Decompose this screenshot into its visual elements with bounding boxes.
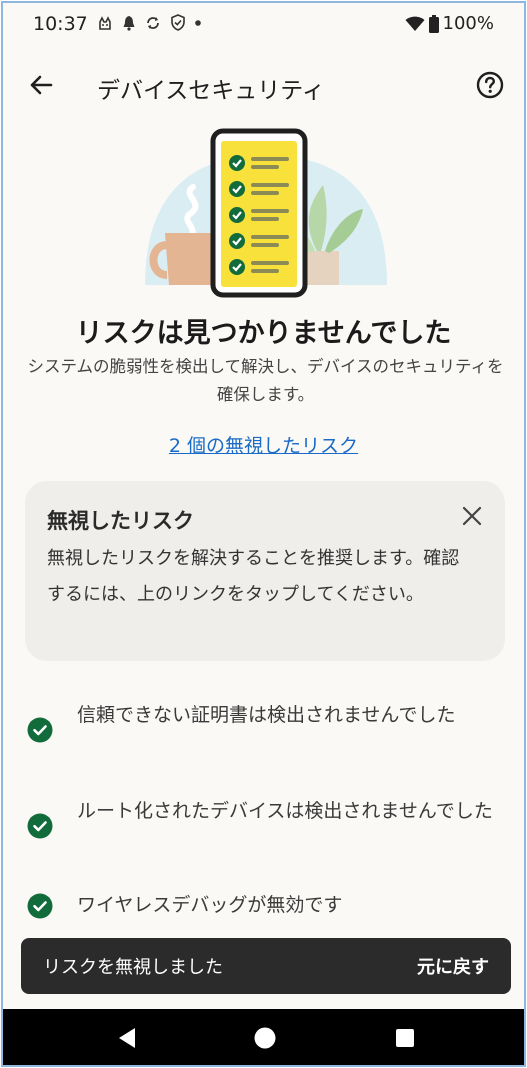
ignored-risks-link[interactable]: 2 個の無視したリスク — [3, 431, 524, 458]
result-description: システムの脆弱性を検出して解決し、デバイスのセキュリティを確保します。 — [27, 357, 504, 404]
battery-percent: 100% — [442, 13, 494, 34]
status-bar: 10:37 100% — [3, 3, 524, 47]
snackbar: リスクを無視しました 元に戻す — [21, 938, 511, 994]
card-body: 無視したリスクを解決することを推奨します。確認するには、上のリンクをタップしてく… — [47, 548, 460, 605]
card-title: 無視したリスク — [47, 509, 194, 533]
close-icon[interactable] — [461, 505, 483, 527]
sync-icon — [147, 16, 159, 29]
snackbar-message: リスクを無視しました — [43, 957, 223, 978]
result-headline: リスクは見つかりませんでした — [75, 318, 452, 349]
system-nav-bar — [3, 1009, 524, 1065]
screen-frame: 10:37 100% デバイスセキュリティ リスクは見つかりませんでした システ… — [1, 1, 526, 1067]
page-title: デバイスセキュリティ — [97, 78, 325, 104]
check-circle-icon — [27, 893, 53, 919]
help-circle-icon[interactable] — [476, 71, 504, 99]
nav-back-icon[interactable] — [115, 1026, 139, 1050]
cat-icon — [99, 15, 111, 30]
app-bar: デバイスセキュリティ — [3, 59, 524, 111]
undo-button[interactable]: 元に戻す — [417, 953, 489, 979]
wifi-icon — [405, 16, 425, 31]
check-text: 信頼できない証明書は検出されませんでした — [77, 704, 456, 726]
check-circle-icon — [27, 813, 53, 839]
notification-icons — [97, 14, 201, 31]
shield-icon — [171, 14, 185, 31]
ignored-risks-card: 無視したリスク 無視したリスクを解決することを推奨します。確認するには、上のリン… — [25, 481, 505, 661]
arrow-left-icon[interactable] — [27, 71, 55, 99]
check-circle-icon — [27, 717, 53, 743]
check-text: ルート化されたデバイスは検出されませんでした — [77, 800, 493, 822]
bell-icon — [123, 15, 135, 31]
check-text: ワイヤレスデバッグが無効です — [77, 894, 343, 916]
status-right: 100% — [405, 13, 494, 34]
nav-home-icon[interactable] — [253, 1026, 277, 1050]
battery-icon — [428, 14, 439, 33]
security-illustration — [145, 128, 387, 298]
nav-recents-icon[interactable] — [393, 1026, 417, 1050]
dot-icon — [195, 19, 201, 26]
status-time: 10:37 — [33, 13, 88, 35]
